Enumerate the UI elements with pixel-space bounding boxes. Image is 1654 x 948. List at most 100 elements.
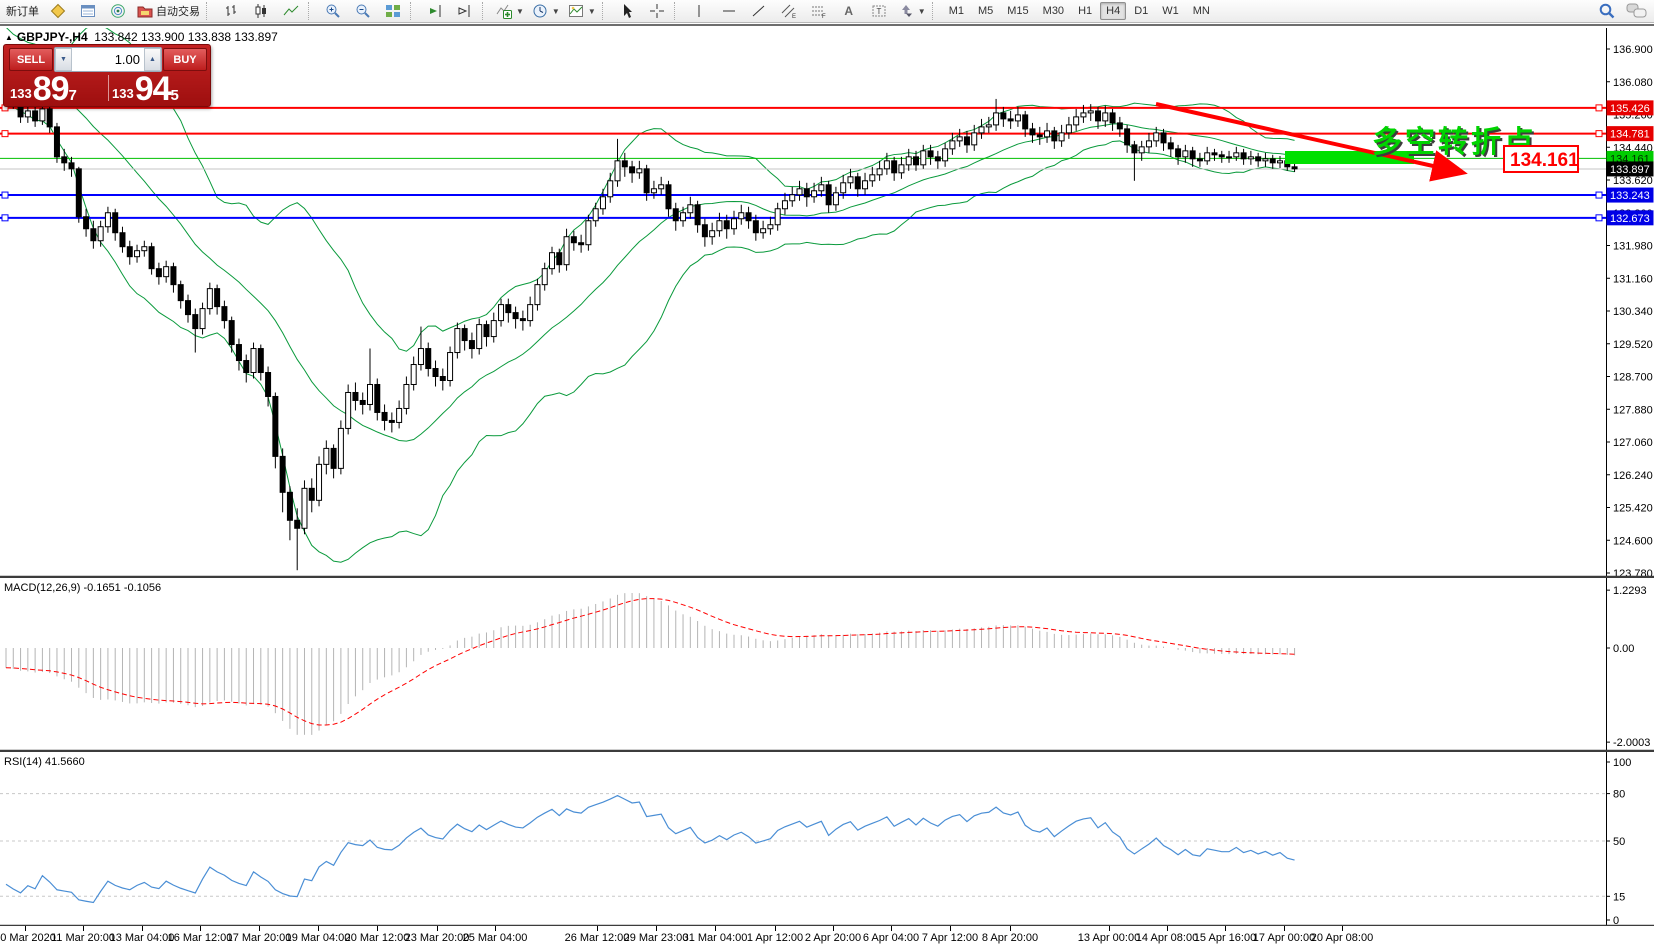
autotrade-button[interactable]: 自动交易	[133, 0, 204, 22]
timeframe-w1[interactable]: W1	[1156, 2, 1185, 20]
ohlc-values: 133.842 133.900 133.838 133.897	[94, 30, 278, 44]
volume-input[interactable]	[72, 48, 144, 71]
autotrade-icon	[137, 3, 153, 19]
zoom-out-button[interactable]	[348, 0, 378, 22]
auto-scroll-button[interactable]	[420, 0, 450, 22]
macd-tick-label: -2.0003	[1613, 737, 1650, 749]
macd-label: MACD(12,26,9) -0.1651 -0.1056	[4, 582, 161, 594]
timeframe-h1[interactable]: H1	[1072, 2, 1098, 20]
timeframe-m30[interactable]: M30	[1037, 2, 1070, 20]
macd-panel[interactable]: 1.22930.00-2.0003	[0, 577, 1654, 751]
price-tick-label: 125.420	[1613, 503, 1653, 515]
crosshair-icon	[649, 3, 665, 19]
line-handle	[2, 215, 8, 221]
time-label: 20 Apr 08:00	[1311, 932, 1373, 944]
time-tick	[437, 926, 438, 931]
timeframe-m1[interactable]: M1	[943, 2, 970, 20]
cursor-button[interactable]	[612, 0, 642, 22]
timeframe-m5[interactable]: M5	[972, 2, 999, 20]
price-divider	[108, 75, 109, 101]
price-axis[interactable]: 136.900136.080135.260134.440133.620132.8…	[1606, 28, 1654, 577]
time-label: 17 Mar 20:00	[227, 932, 292, 944]
price-level-label: 135.426	[1610, 103, 1650, 115]
trendline-button[interactable]	[744, 0, 774, 22]
price-chart[interactable]: 136.900136.080135.260134.440133.620132.8…	[0, 28, 1654, 577]
svg-text:T: T	[876, 7, 881, 16]
collapse-arrow-icon[interactable]: ▲	[5, 33, 13, 42]
rsi-axis[interactable]: 1008050150	[1606, 751, 1631, 926]
chat-icon[interactable]	[1626, 2, 1648, 20]
templates-icon	[568, 3, 584, 19]
horizontal-line-button[interactable]	[714, 0, 744, 22]
templates-button[interactable]: ▼	[564, 0, 600, 22]
time-axis[interactable]: 10 Mar 202011 Mar 20:0013 Mar 04:0016 Ma…	[0, 926, 1654, 948]
macd-histogram	[6, 593, 1295, 735]
ask-pips: 94	[135, 74, 171, 104]
macd-axis[interactable]: 1.22930.00-2.0003	[1606, 577, 1650, 751]
new-order-button[interactable]: 新订单	[2, 0, 43, 22]
symbol-info-line[interactable]: ▲GBPJPY-,H4 133.842 133.900 133.838 133.…	[5, 30, 278, 44]
signal-button[interactable]	[103, 0, 133, 22]
price-level-label: 133.243	[1610, 190, 1650, 202]
bid-price[interactable]: 133 89 7	[10, 71, 106, 104]
candlesticks	[4, 77, 1298, 570]
price-tick-label: 131.980	[1613, 241, 1653, 253]
rsi-panel[interactable]: 1008050150	[0, 751, 1654, 926]
ask-price[interactable]: 133 94 5	[112, 71, 208, 104]
tile-windows-button[interactable]	[378, 0, 408, 22]
shift-end-button[interactable]	[450, 0, 480, 22]
bid-pips: 89	[33, 74, 69, 104]
metaeditor-button[interactable]	[43, 0, 73, 22]
trendline-icon	[751, 3, 767, 19]
toolbar-separator	[308, 2, 316, 20]
search-icon[interactable]	[1598, 2, 1616, 20]
time-label: 13 Mar 04:00	[110, 932, 175, 944]
svg-text:E: E	[792, 14, 796, 19]
time-tick	[1225, 926, 1226, 931]
toolbar-separator	[602, 2, 610, 20]
timeframe-d1[interactable]: D1	[1128, 2, 1154, 20]
text-button[interactable]: A	[834, 0, 864, 22]
line-handle	[1596, 192, 1602, 198]
line-chart-icon	[283, 3, 299, 19]
volume-decrease-button[interactable]: ▼	[55, 48, 72, 71]
price-tick-label: 136.080	[1613, 77, 1653, 89]
timeframe-m15[interactable]: M15	[1001, 2, 1034, 20]
crosshair-button[interactable]	[642, 0, 672, 22]
candle-chart-button[interactable]	[246, 0, 276, 22]
time-label: 11 Mar 20:00	[51, 932, 115, 944]
rsi-tick-label: 0	[1613, 915, 1619, 926]
channel-button[interactable]: E	[774, 0, 804, 22]
zoom-in-button[interactable]	[318, 0, 348, 22]
periods-button[interactable]: ▼	[528, 0, 564, 22]
time-label: 14 Apr 08:00	[1136, 932, 1198, 944]
timeframe-h4[interactable]: H4	[1100, 2, 1126, 20]
annotations[interactable]: 多空转折点多空转折点134.161	[1156, 104, 1579, 172]
time-tick	[142, 926, 143, 931]
fibonacci-icon: F	[811, 3, 827, 19]
time-tick	[597, 926, 598, 931]
text-label-button[interactable]: T	[864, 0, 894, 22]
vertical-line-button[interactable]	[684, 0, 714, 22]
fibonacci-button[interactable]: F	[804, 0, 834, 22]
rsi-tick-label: 15	[1613, 891, 1625, 903]
volume-increase-button[interactable]: ▲	[144, 48, 161, 71]
arrows-icon	[898, 3, 914, 19]
macd-signal-line	[6, 599, 1295, 725]
toolbar-separator	[674, 2, 682, 20]
timeframe-mn[interactable]: MN	[1187, 2, 1216, 20]
time-tick	[318, 926, 319, 931]
time-tick	[833, 926, 834, 931]
bar-chart-button[interactable]	[216, 0, 246, 22]
price-tick-label: 129.520	[1613, 339, 1653, 351]
market-watch-button[interactable]	[73, 0, 103, 22]
buy-button[interactable]: BUY	[163, 48, 207, 71]
svg-text:F: F	[822, 14, 826, 19]
time-label: 2 Apr 20:00	[805, 932, 861, 944]
sell-button[interactable]: SELL	[9, 48, 53, 71]
periods-clock-icon	[532, 3, 548, 19]
indicators-button[interactable]: ▼	[492, 0, 528, 22]
toolbar-separator	[410, 2, 418, 20]
arrows-button[interactable]: ▼	[894, 0, 930, 22]
line-chart-button[interactable]	[276, 0, 306, 22]
